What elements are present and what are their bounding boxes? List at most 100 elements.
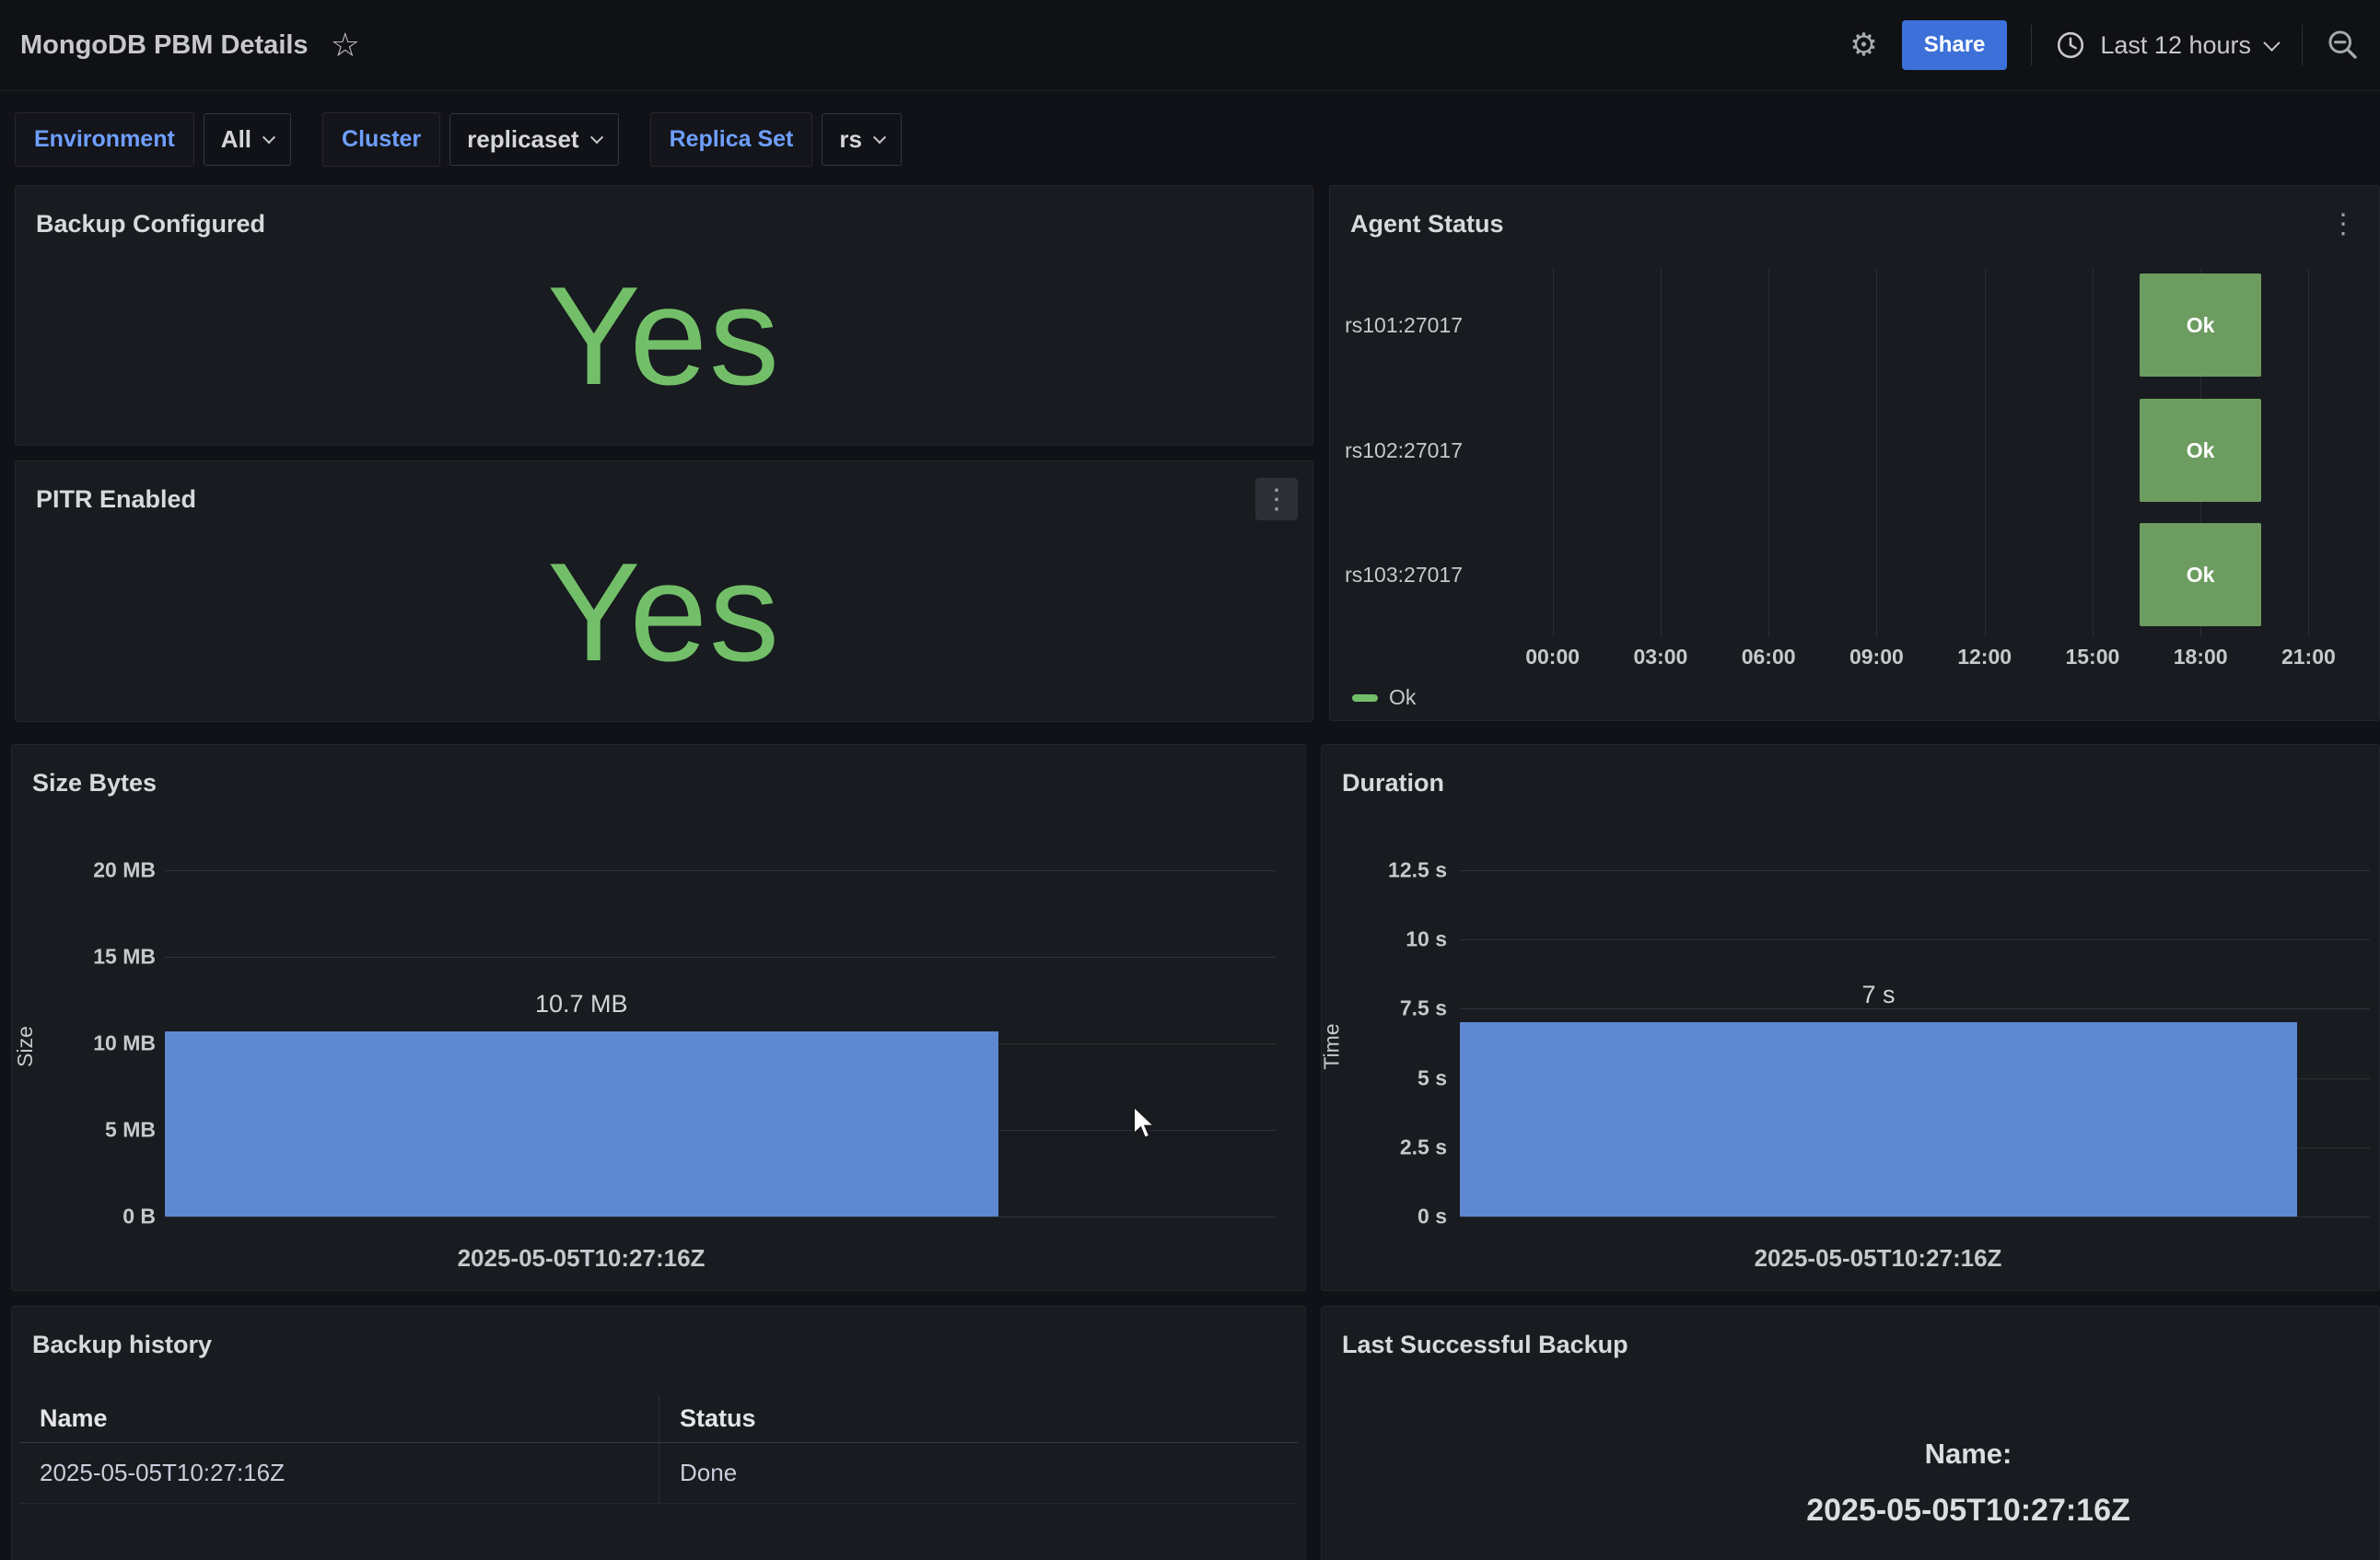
y-tick: 10 s: [1406, 927, 1447, 952]
kebab-icon: ⋮: [2329, 208, 2357, 240]
star-icon: ☆: [331, 26, 360, 64]
kebab-icon: ⋮: [1263, 483, 1290, 516]
clock-icon: [2056, 30, 2085, 60]
legend-item-ok[interactable]: Ok: [1352, 685, 1416, 710]
panel-title[interactable]: Size Bytes: [32, 769, 157, 797]
y-tick: 0 B: [122, 1205, 156, 1229]
filter-replica-set-label: Replica Set: [650, 112, 813, 167]
last-backup-name-value: 2025-05-05T10:27:16Z: [1558, 1493, 2379, 1529]
x-tick: 21:00: [2281, 645, 2336, 669]
panel-duration: Duration Time 12.5 s 10 s 7.5 s 5 s 2.5 …: [1321, 744, 2380, 1291]
column-header-status[interactable]: Status: [659, 1395, 1298, 1442]
navbar-divider: [2302, 25, 2303, 65]
panel-last-successful-backup: Last Successful Backup Name: 2025-05-05T…: [1321, 1306, 2380, 1560]
status-ok-box[interactable]: Ok: [2140, 399, 2260, 502]
x-tick: 06:00: [1742, 645, 1796, 669]
settings-button[interactable]: ⚙: [1849, 27, 1877, 64]
time-range-picker[interactable]: Last 12 hours: [2056, 30, 2278, 60]
panel-agent-status: Agent Status ⋮ rs101:27017 rs102:27017 r…: [1329, 185, 2380, 721]
y-tick: 5 s: [1418, 1065, 1447, 1090]
last-backup-name-label: Name:: [1558, 1438, 2379, 1471]
y-axis-ticks: 20 MB 15 MB 10 MB 5 MB 0 B: [67, 870, 156, 1217]
panel-title[interactable]: Last Successful Backup: [1342, 1331, 1628, 1359]
agent-status-x-axis: 00:00 03:00 06:00 09:00 12:00 15:00 18:0…: [1499, 645, 2362, 672]
gridline: [1460, 1008, 2370, 1009]
status-ok-box[interactable]: Ok: [2140, 523, 2260, 626]
y-tick: 20 MB: [93, 858, 156, 883]
panel-pitr-enabled: PITR Enabled ⋮ Yes: [15, 460, 1313, 722]
navbar-right: ⚙ Share Last 12 hours: [1849, 20, 2360, 70]
filter-environment-label: Environment: [15, 112, 194, 167]
dashboard-title: MongoDB PBM Details: [20, 30, 309, 61]
y-tick: 12.5 s: [1388, 858, 1447, 883]
navbar-divider: [2031, 25, 2032, 65]
status-ok-box[interactable]: Ok: [2140, 274, 2260, 377]
gridline: [1876, 269, 1877, 637]
y-axis-ticks: 12.5 s 10 s 7.5 s 5 s 2.5 s 0 s: [1349, 870, 1447, 1217]
x-tick: 15:00: [2065, 645, 2119, 669]
y-tick: 7.5 s: [1400, 996, 1447, 1021]
cell-name: 2025-05-05T10:27:16Z: [19, 1459, 659, 1487]
chevron-down-icon: [590, 131, 603, 144]
filter-replica-set-select[interactable]: rs: [822, 113, 902, 166]
filter-environment-value: All: [221, 125, 251, 154]
gridline: [1768, 269, 1769, 637]
y-tick: 2.5 s: [1400, 1135, 1447, 1159]
duration-bar-label: 7 s: [1861, 981, 1895, 1009]
panel-header: Duration: [1322, 745, 2379, 804]
panel-title[interactable]: Backup Configured: [36, 210, 265, 239]
pitr-enabled-value: Yes: [16, 513, 1312, 712]
filter-cluster: Cluster replicaset: [322, 112, 619, 167]
panel-title[interactable]: PITR Enabled: [36, 485, 196, 514]
cell-status: Done: [659, 1443, 1298, 1503]
filter-environment-select[interactable]: All: [204, 113, 291, 166]
x-tick: 18:00: [2174, 645, 2228, 669]
legend-ok-label: Ok: [1389, 685, 1416, 710]
gridline: [1460, 939, 2370, 940]
gear-icon: ⚙: [1849, 27, 1877, 64]
panel-size-bytes: Size Bytes Size 20 MB 15 MB 10 MB 5 MB 0…: [11, 744, 1306, 1291]
panel-title[interactable]: Duration: [1342, 769, 1444, 797]
filter-cluster-select[interactable]: replicaset: [449, 113, 618, 166]
panel-header: Size Bytes: [12, 745, 1305, 804]
zoom-out-icon: [2327, 29, 2360, 62]
table-row: 2025-05-05T10:27:16Z Done: [19, 1443, 1298, 1504]
panel-backup-configured: Backup Configured Yes: [15, 185, 1313, 446]
share-button[interactable]: Share: [1902, 20, 2008, 70]
x-tick: 09:00: [1849, 645, 1904, 669]
time-range-label: Last 12 hours: [2100, 31, 2251, 60]
y-axis-label: Time: [1320, 1023, 1345, 1069]
panel-header: PITR Enabled ⋮: [16, 461, 1312, 520]
x-axis-tick: 2025-05-05T10:27:16Z: [458, 1244, 706, 1273]
gridline: [1460, 870, 2370, 871]
column-header-name[interactable]: Name: [19, 1404, 659, 1433]
x-tick: 12:00: [1957, 645, 2012, 669]
chevron-down-icon: [262, 131, 275, 144]
filter-cluster-value: replicaset: [467, 125, 578, 154]
gridline: [1553, 269, 1554, 637]
gridline: [2093, 269, 2094, 637]
panel-header: Agent Status ⋮: [1330, 186, 2379, 245]
zoom-out-button[interactable]: [2327, 29, 2360, 62]
panel-title[interactable]: Agent Status: [1350, 210, 1504, 239]
x-tick: 03:00: [1633, 645, 1687, 669]
duration-bar[interactable]: [1460, 1022, 2297, 1217]
navbar-left: MongoDB PBM Details ☆: [20, 26, 360, 64]
y-tick: 15 MB: [93, 945, 156, 970]
gridline: [165, 870, 1276, 871]
backup-configured-value: Yes: [16, 238, 1312, 436]
row-label: rs101:27017: [1330, 313, 1477, 338]
panel-header: Last Successful Backup: [1322, 1307, 2379, 1366]
y-tick: 5 MB: [105, 1118, 156, 1143]
duration-plot: 7 s: [1460, 870, 2370, 1217]
panel-menu-button[interactable]: ⋮: [2322, 203, 2364, 245]
top-navbar: MongoDB PBM Details ☆ ⚙ Share Last 12 ho…: [0, 0, 2380, 91]
panel-title[interactable]: Backup history: [32, 1331, 212, 1359]
filter-replica-set: Replica Set rs: [650, 112, 902, 167]
filter-cluster-label: Cluster: [322, 112, 440, 167]
last-backup-content: Name: 2025-05-05T10:27:16Z: [1558, 1438, 2379, 1529]
variable-filter-bar: Environment All Cluster replicaset Repli…: [15, 112, 933, 167]
size-bytes-bar[interactable]: [165, 1031, 998, 1217]
favorite-button[interactable]: ☆: [331, 26, 360, 64]
legend-ok-dash: [1352, 694, 1378, 702]
